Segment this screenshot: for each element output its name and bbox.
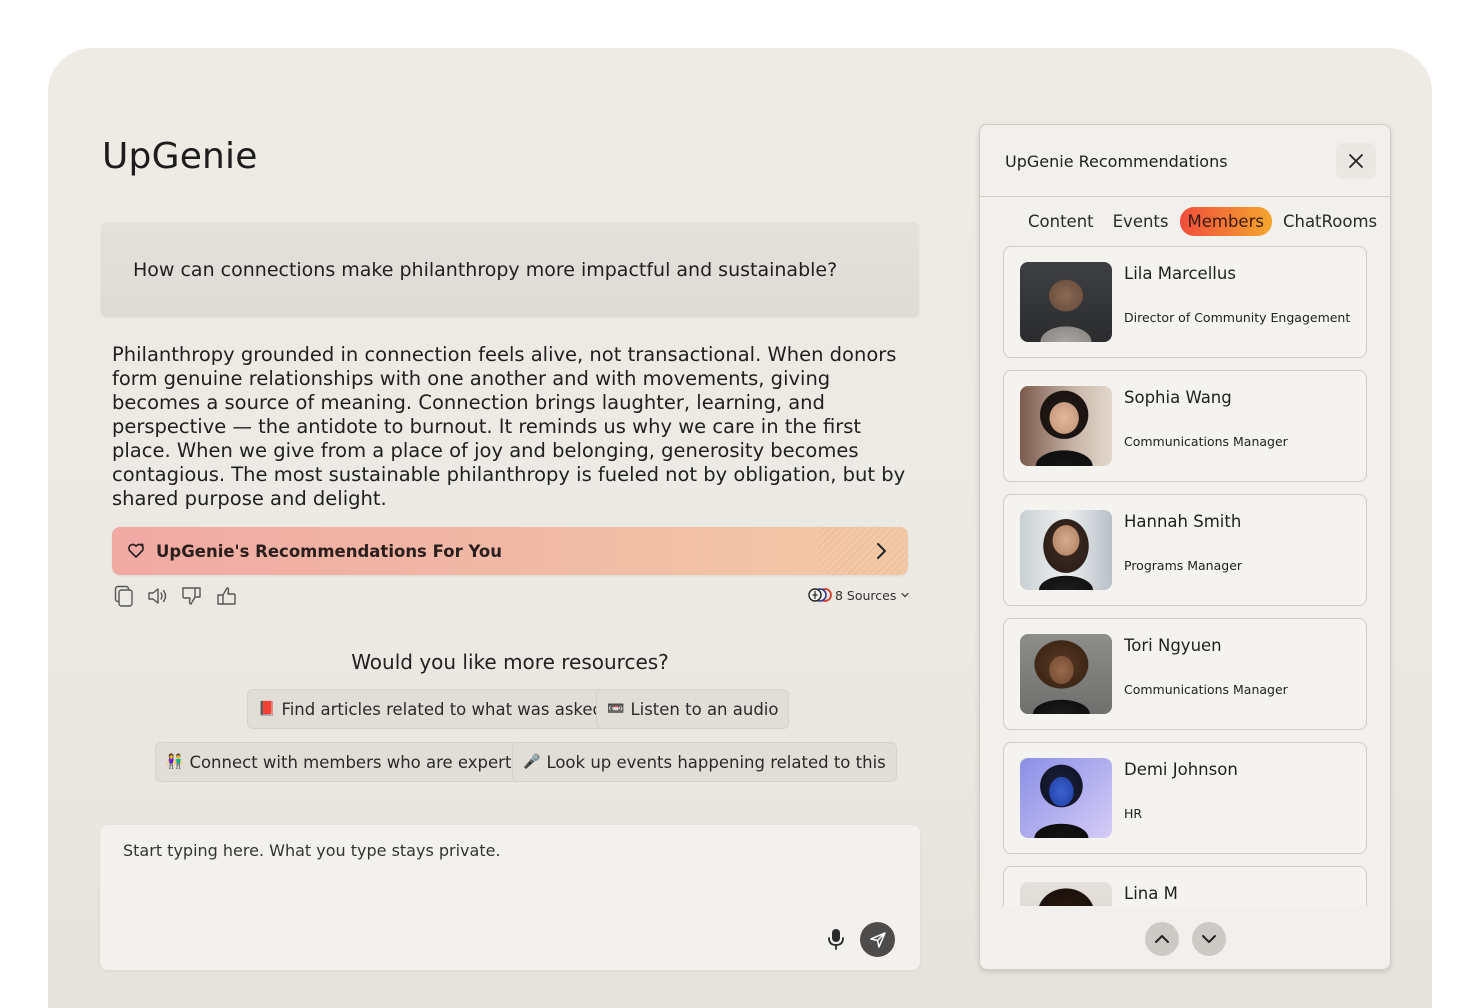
tab-chatrooms[interactable]: ChatRooms: [1275, 207, 1385, 236]
member-avatar: [1020, 758, 1112, 838]
assistant-answer-text: Philanthropy grounded in connection feel…: [112, 343, 906, 510]
suggestion-label: Look up events happening related to this: [546, 752, 886, 772]
message-actions: [112, 584, 238, 608]
member-card[interactable]: Hannah Smith Programs Manager: [1003, 494, 1367, 606]
member-name: Hannah Smith: [1124, 512, 1242, 531]
member-name: Sophia Wang: [1124, 388, 1232, 407]
member-name: Demi Johnson: [1124, 760, 1238, 779]
member-card[interactable]: Sophia Wang Communications Manager: [1003, 370, 1367, 482]
sparkle-heart-icon: [128, 542, 145, 558]
thumbs-down-icon[interactable]: [180, 584, 204, 608]
suggestion-label: Connect with members who are experts: [189, 752, 521, 772]
member-avatar: [1020, 634, 1112, 714]
user-question-text: How can connections make philanthropy mo…: [133, 258, 838, 281]
send-button[interactable]: [860, 922, 895, 957]
member-avatar: [1020, 386, 1112, 466]
banner-hatch-decoration: [818, 527, 908, 575]
member-avatar: [1020, 882, 1112, 906]
chevron-down-icon: [1202, 935, 1216, 943]
members-list: Lila Marcellus Director of Community Eng…: [1003, 246, 1367, 906]
sources-label: 8 Sources: [835, 587, 897, 603]
more-resources-title: Would you like more resources?: [351, 650, 669, 674]
member-avatar: [1020, 262, 1112, 342]
member-role: Communications Manager: [1124, 682, 1288, 697]
cassette-icon: 📼: [607, 701, 625, 717]
member-card[interactable]: Tori Ngyuen Communications Manager: [1003, 618, 1367, 730]
suggestion-label: Listen to an audio: [630, 699, 779, 719]
sources-dropdown[interactable]: 8 Sources: [807, 586, 910, 604]
member-avatar: [1020, 510, 1112, 590]
thumbs-up-icon[interactable]: [214, 584, 238, 608]
book-icon: 📕: [258, 701, 276, 717]
member-role: Director of Community Engagement: [1124, 310, 1351, 325]
member-role: Programs Manager: [1124, 558, 1243, 573]
panel-title: UpGenie Recommendations: [1005, 152, 1228, 171]
recommendations-panel: UpGenie Recommendations Content Events M…: [979, 124, 1391, 970]
copy-icon[interactable]: [112, 584, 136, 608]
panel-tabs: Content Events Members ChatRooms: [1020, 207, 1388, 236]
member-card[interactable]: Lila Marcellus Director of Community Eng…: [1003, 246, 1367, 358]
tab-events[interactable]: Events: [1105, 207, 1177, 236]
chevron-down-icon: [901, 592, 909, 598]
member-name: Tori Ngyuen: [1124, 636, 1222, 655]
chat-input-placeholder[interactable]: Start typing here. What you type stays p…: [123, 841, 501, 860]
chat-input-box[interactable]: Start typing here. What you type stays p…: [100, 825, 920, 970]
recommendations-banner[interactable]: UpGenie's Recommendations For You: [112, 527, 908, 575]
suggestion-look-up-events[interactable]: 🎤 Look up events happening related to th…: [512, 742, 897, 782]
send-icon: [869, 931, 886, 948]
tab-content[interactable]: Content: [1020, 207, 1102, 236]
member-name: Lila Marcellus: [1124, 264, 1236, 283]
panel-header: UpGenie Recommendations: [980, 125, 1390, 197]
app-title: UpGenie: [102, 136, 258, 177]
speaker-icon[interactable]: [146, 584, 170, 608]
chevron-right-icon: [877, 543, 886, 559]
close-icon: [1349, 154, 1363, 168]
recommendations-banner-label: UpGenie's Recommendations For You: [156, 541, 502, 561]
member-card[interactable]: Demi Johnson HR: [1003, 742, 1367, 854]
member-role: HR: [1124, 806, 1143, 821]
member-name: Lina M: [1124, 884, 1178, 903]
close-panel-button[interactable]: [1336, 143, 1376, 179]
people-icon: 👫: [166, 754, 184, 770]
suggestion-listen-audio[interactable]: 📼 Listen to an audio: [596, 689, 790, 729]
suggestion-connect-members[interactable]: 👫 Connect with members who are experts: [155, 742, 532, 782]
microphone-icon[interactable]: [822, 925, 850, 953]
user-question-bubble: How can connections make philanthropy mo…: [101, 222, 919, 317]
sources-favicons-icon: [808, 588, 832, 602]
suggestion-find-articles[interactable]: 📕 Find articles related to what was aske…: [247, 689, 615, 729]
tab-members[interactable]: Members: [1179, 207, 1272, 236]
scroll-down-button[interactable]: [1192, 922, 1226, 956]
suggestion-label: Find articles related to what was asked: [281, 699, 604, 719]
members-scroll-controls: [1145, 922, 1226, 956]
member-card[interactable]: Lina M: [1003, 866, 1367, 906]
microphone-emoji-icon: 🎤: [523, 754, 541, 770]
chevron-up-icon: [1155, 935, 1169, 943]
scroll-up-button[interactable]: [1145, 922, 1179, 956]
app-window: UpGenie How can connections make philant…: [48, 48, 1432, 1008]
member-role: Communications Manager: [1124, 434, 1288, 449]
